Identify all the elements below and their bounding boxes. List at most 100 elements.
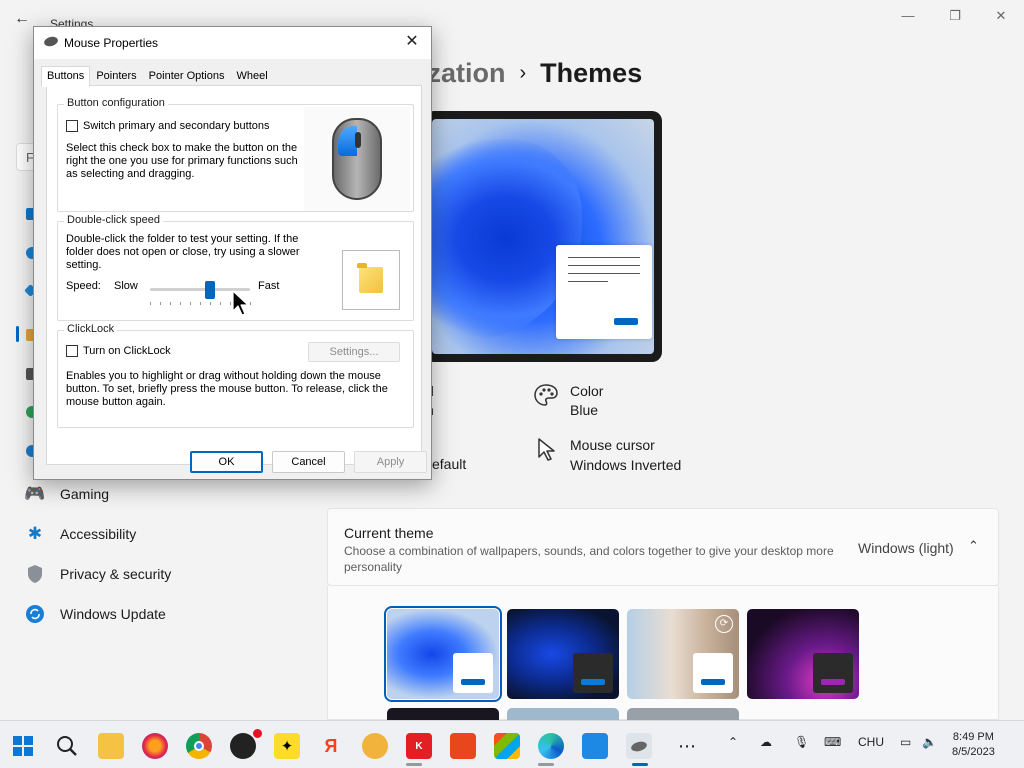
- sidebar-item-label: Windows Update: [60, 606, 166, 622]
- double-click-speed-label: Double-click speed: [64, 214, 163, 226]
- mouse-cursor-label[interactable]: Mouse cursor: [570, 436, 655, 455]
- tab-pointer-options[interactable]: Pointer Options: [143, 66, 231, 85]
- microphone-icon[interactable]: 🎙: [794, 735, 809, 749]
- cancel-button[interactable]: Cancel: [272, 451, 345, 473]
- office-icon[interactable]: [450, 733, 476, 759]
- minimize-icon[interactable]: —: [898, 8, 918, 23]
- theme-preview: [424, 111, 662, 362]
- slider-tick: [190, 302, 191, 305]
- chevron-up-icon[interactable]: ⌃: [728, 735, 738, 749]
- chevron-up-icon[interactable]: ⌃: [968, 538, 979, 554]
- sidebar-item-accessibility[interactable]: ✱ Accessibility: [24, 522, 136, 546]
- start-icon[interactable]: [10, 733, 36, 759]
- kaspersky-icon[interactable]: K: [406, 733, 432, 759]
- clicklock-label: ClickLock: [64, 323, 118, 335]
- theme-thumbnail-windows-light[interactable]: [384, 606, 502, 702]
- speed-label: Speed:: [66, 280, 101, 292]
- clock-date: 8/5/2023: [952, 746, 995, 758]
- slider-tick: [220, 302, 221, 305]
- clock[interactable]: 8:49 PM 8/5/2023: [952, 730, 995, 760]
- slider-tick: [250, 302, 251, 305]
- tab-buttons[interactable]: Buttons: [41, 66, 91, 87]
- display-icon[interactable]: ▭: [900, 735, 911, 749]
- volume-icon[interactable]: 🔈: [922, 735, 937, 749]
- breadcrumb-parent[interactable]: ization: [420, 58, 506, 88]
- close-icon[interactable]: ✕: [401, 31, 423, 53]
- mouse-properties-taskbar-icon[interactable]: [626, 733, 652, 759]
- clicklock-settings-button[interactable]: Settings...: [308, 342, 400, 362]
- taskbar: ✦ Я K ⋯ ⌃ ☁ 🎙 ⌨ CHU ▭ 🔈 8:49 PM 8/5/2023: [0, 720, 1024, 768]
- chrome-icon[interactable]: [186, 733, 212, 759]
- theme-thumbnail-row2-2[interactable]: [507, 708, 619, 720]
- page-title: Themes: [540, 58, 643, 88]
- language-indicator[interactable]: CHU: [858, 735, 884, 749]
- obs-icon[interactable]: [230, 729, 262, 759]
- clicklock-description: Enables you to highlight or drag without…: [66, 370, 388, 408]
- button-config-description: Select this check box to make the button…: [66, 142, 298, 180]
- microsoft-store-icon[interactable]: [494, 733, 520, 759]
- ok-button[interactable]: OK: [190, 451, 263, 473]
- slideshow-icon: ⟳: [715, 615, 733, 633]
- theme-thumbnail-glow[interactable]: ⟳: [627, 609, 739, 699]
- tab-wheel[interactable]: Wheel: [231, 66, 274, 85]
- checkbox-box[interactable]: [66, 120, 78, 132]
- mouse-wheel-image: [355, 132, 361, 148]
- calendar-icon[interactable]: [582, 733, 608, 759]
- test-folder-area[interactable]: [342, 250, 400, 310]
- color-label[interactable]: Color: [570, 382, 603, 401]
- back-arrow-icon[interactable]: ←: [14, 10, 30, 28]
- slider-tick: [200, 302, 201, 305]
- keyboard-icon[interactable]: ⌨: [824, 735, 841, 749]
- breadcrumb-separator: ›: [519, 62, 527, 84]
- slider-tick: [180, 302, 181, 305]
- update-icon: [24, 603, 46, 625]
- close-icon[interactable]: ✕: [991, 8, 1011, 24]
- clock-time: 8:49 PM: [952, 731, 994, 743]
- search-icon[interactable]: [54, 733, 80, 759]
- firefox-icon[interactable]: [142, 733, 168, 759]
- sound-value-partial: efault: [432, 456, 467, 472]
- tab-strip: Buttons Pointers Pointer Options Wheel: [41, 66, 274, 87]
- wallpaper-preview: [432, 119, 654, 354]
- current-theme-card[interactable]: Current theme Choose a combination of wa…: [327, 508, 999, 586]
- clicklock-group: ClickLock Turn on ClickLock Settings... …: [57, 323, 414, 428]
- game-app-icon[interactable]: [362, 733, 388, 759]
- theme-thumbnail-captured-motion[interactable]: [747, 609, 859, 699]
- switch-buttons-checkbox[interactable]: Switch primary and secondary buttons: [66, 120, 269, 132]
- sidebar-item-windows-update[interactable]: Windows Update: [24, 602, 166, 626]
- folder-icon[interactable]: [357, 263, 383, 293]
- speed-slider-thumb[interactable]: [205, 281, 215, 299]
- apply-button[interactable]: Apply: [354, 451, 427, 473]
- theme-thumbnail-row2-3[interactable]: [627, 708, 739, 720]
- checkbox-box[interactable]: [66, 345, 78, 357]
- current-theme-title: Current theme: [344, 525, 434, 541]
- current-theme-description: Choose a combination of wallpapers, soun…: [344, 544, 834, 574]
- accessibility-icon: ✱: [27, 524, 43, 543]
- slider-tick: [170, 302, 171, 305]
- tab-pointers[interactable]: Pointers: [90, 66, 142, 85]
- gamepad-icon: 🎮: [24, 484, 46, 503]
- preview-accent-button: [614, 318, 638, 325]
- sidebar-item-label: Accessibility: [60, 526, 137, 542]
- edge-icon[interactable]: [538, 733, 564, 759]
- clicklock-checkbox[interactable]: Turn on ClickLock: [66, 345, 171, 357]
- file-explorer-icon[interactable]: [98, 733, 124, 759]
- network-off-icon[interactable]: ☁: [760, 735, 772, 749]
- nav-selection-indicator: [16, 326, 19, 342]
- button-configuration-group: Button configuration Switch primary and …: [57, 97, 414, 212]
- palette-icon: [533, 383, 559, 415]
- current-theme-value: Windows (light): [858, 540, 954, 556]
- fast-label: Fast: [258, 280, 280, 292]
- sidebar-item-privacy[interactable]: Privacy & security: [24, 562, 171, 586]
- yandex-music-icon[interactable]: ✦: [274, 733, 300, 759]
- shield-icon: [24, 563, 46, 585]
- yandex-browser-icon[interactable]: Я: [318, 733, 344, 759]
- breadcrumb: ization › Themes: [420, 58, 642, 89]
- more-icon[interactable]: ⋯: [674, 733, 700, 759]
- slider-tick: [230, 302, 231, 305]
- theme-thumbnail-row2-1[interactable]: [387, 708, 499, 720]
- theme-thumbnail-windows-dark[interactable]: [507, 609, 619, 699]
- sidebar-item-gaming[interactable]: 🎮 Gaming: [24, 482, 109, 506]
- maximize-icon[interactable]: ❐: [945, 8, 965, 24]
- preview-window-card: [556, 245, 652, 339]
